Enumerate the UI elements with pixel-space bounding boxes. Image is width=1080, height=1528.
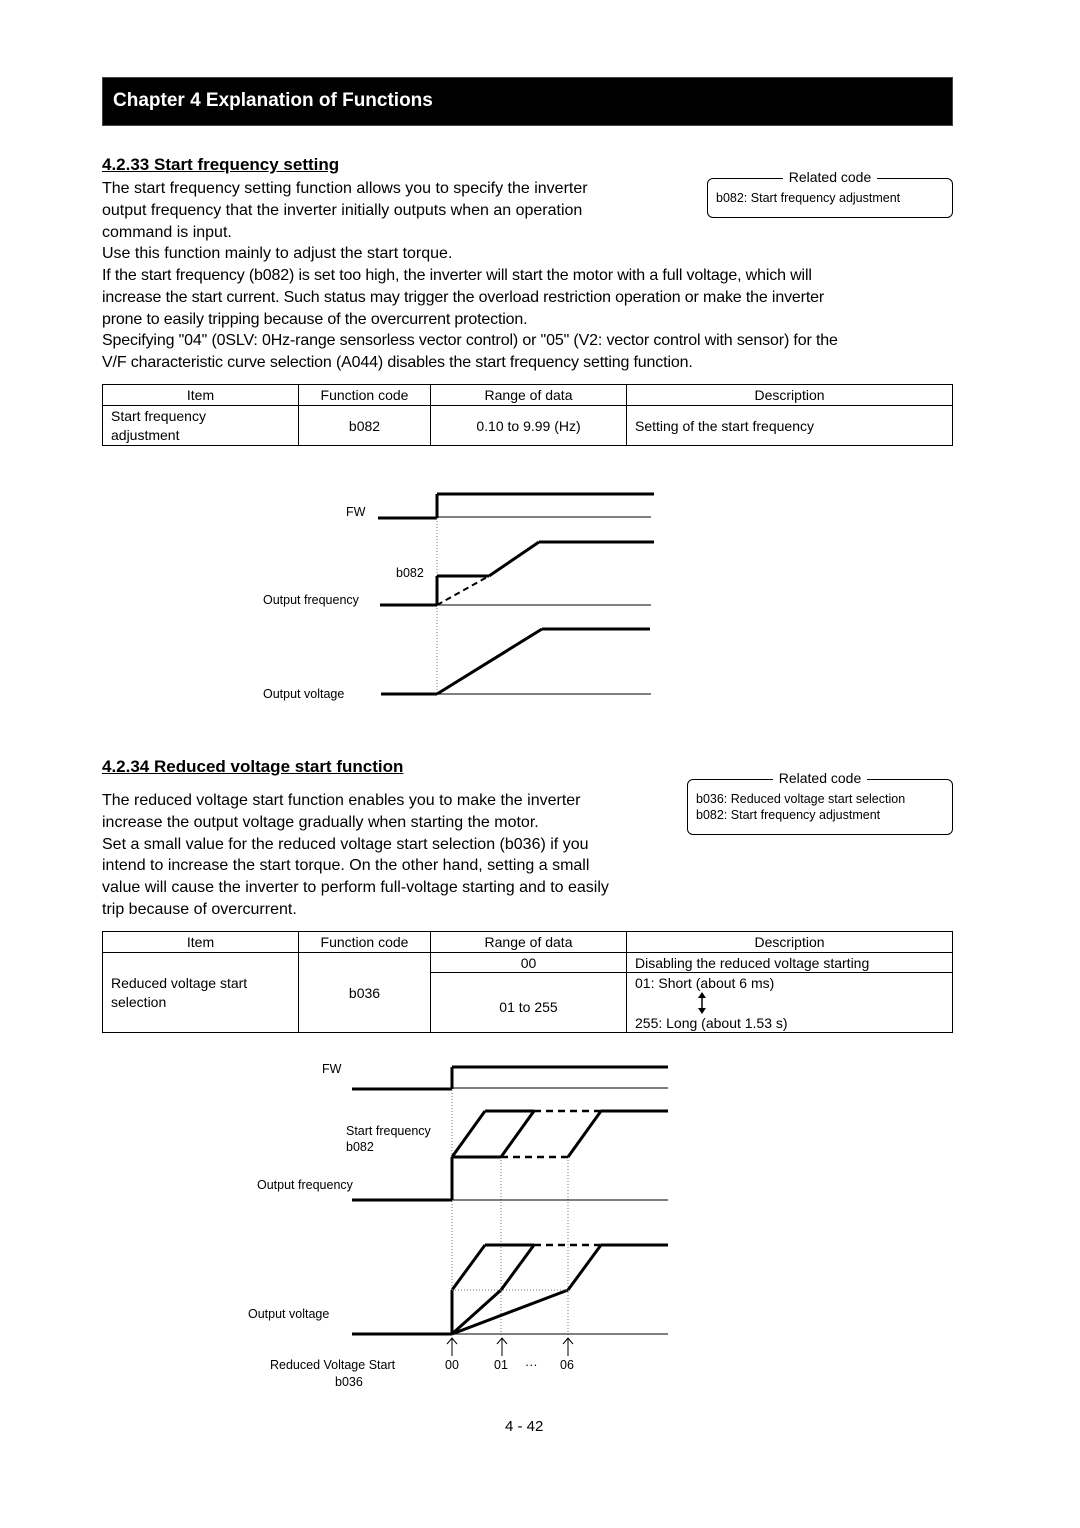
freq-ramp-00 bbox=[450, 1110, 487, 1158]
reduced-voltage-timing-diagram bbox=[352, 1065, 668, 1356]
label-b036: b036 bbox=[335, 1375, 363, 1389]
volt-reduced-06 bbox=[451, 1288, 569, 1336]
label-fw: FW bbox=[322, 1062, 342, 1076]
label-output-frequency: Output frequency bbox=[257, 1178, 353, 1192]
arrow-up-icon bbox=[496, 1337, 508, 1356]
arrow-up-icon bbox=[562, 1337, 574, 1356]
freq-ramp-06 bbox=[566, 1110, 603, 1158]
marker-06: 06 bbox=[560, 1358, 574, 1372]
page-number: 4 - 42 bbox=[505, 1418, 544, 1435]
label-reduced-voltage-start: Reduced Voltage Start bbox=[270, 1358, 396, 1372]
label-start-frequency: Start frequency bbox=[346, 1124, 431, 1138]
marker-01: 01 bbox=[494, 1358, 508, 1372]
volt-reduced-01 bbox=[450, 1288, 503, 1336]
freq-ramp-01 bbox=[499, 1110, 536, 1158]
label-b082: b082 bbox=[346, 1140, 374, 1154]
volt-ramp-06 bbox=[566, 1244, 603, 1291]
label-output-voltage: Output voltage bbox=[248, 1307, 330, 1321]
marker-00: 00 bbox=[445, 1358, 459, 1372]
volt-ramp-01 bbox=[499, 1244, 536, 1291]
volt-ramp-00 bbox=[450, 1244, 487, 1291]
arrow-up-icon bbox=[446, 1337, 458, 1356]
marker-ellipsis: ··· bbox=[525, 1358, 538, 1372]
